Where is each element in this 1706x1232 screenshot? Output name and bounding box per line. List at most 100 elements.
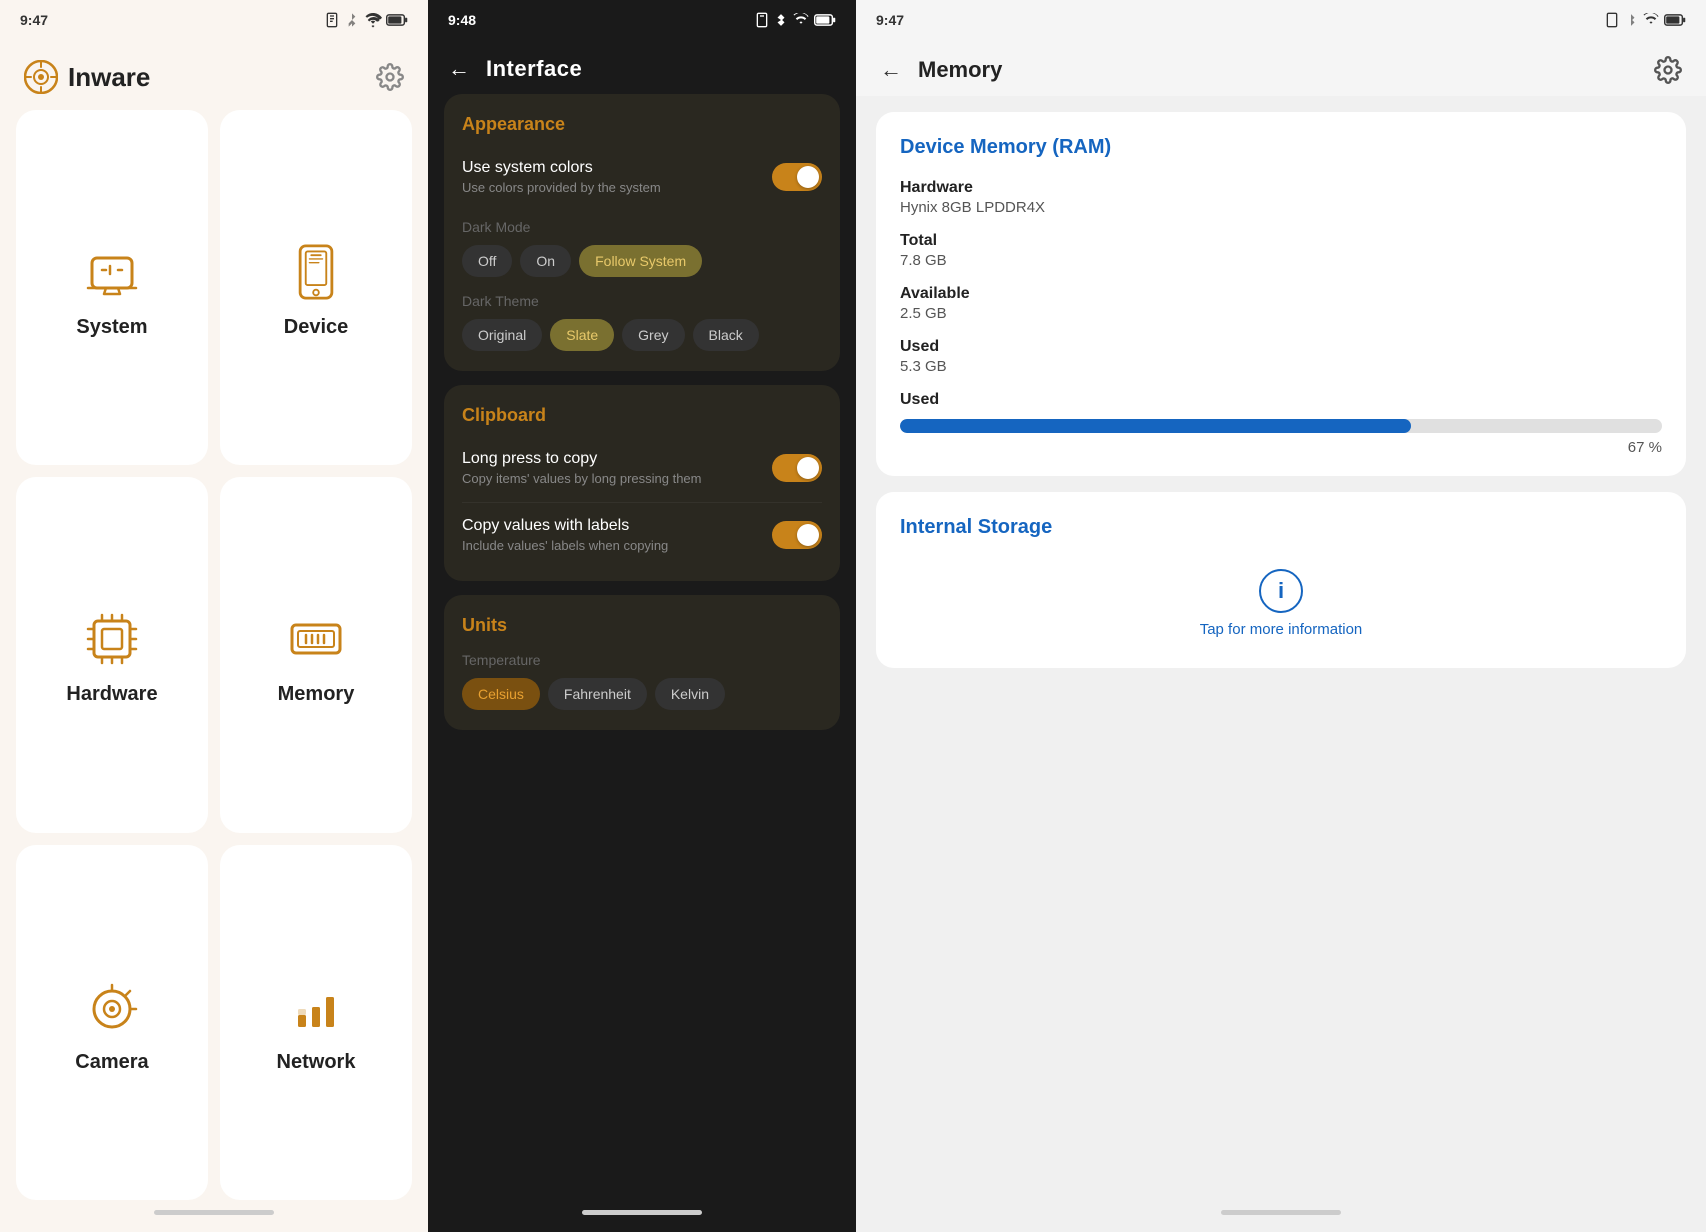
hardware-icon — [84, 611, 140, 667]
fahrenheit-chip[interactable]: Fahrenheit — [548, 678, 647, 710]
dark-mode-section: Dark Mode Off On Follow System — [462, 219, 822, 277]
copy-labels-label: Copy values with labels — [462, 517, 668, 535]
camera-label: Camera — [75, 1051, 148, 1074]
memory-page-title: Memory — [918, 57, 1002, 83]
sim-icon-p2 — [754, 12, 770, 28]
long-press-toggle[interactable] — [772, 454, 822, 482]
system-colors-toggle[interactable] — [772, 163, 822, 191]
long-press-label: Long press to copy — [462, 450, 701, 468]
used-stat: Used 5.3 GB — [900, 338, 1662, 375]
panel-memory: 9:47 ← Memory Device Memory (RAM) — [856, 0, 1706, 1232]
memory-content: Device Memory (RAM) Hardware Hynix 8GB L… — [856, 96, 1706, 1200]
system-icon — [84, 244, 140, 300]
menu-card-system[interactable]: System — [16, 110, 208, 465]
system-colors-row: Use system colors Use colors provided by… — [462, 151, 822, 203]
interface-title: Interface — [486, 56, 582, 82]
dark-theme-section: Dark Theme Original Slate Grey Black — [462, 293, 822, 351]
used-label: Used — [900, 338, 1662, 356]
panel-main-menu: 9:47 Inware — [0, 0, 428, 1232]
memory-label: Memory — [278, 683, 355, 706]
system-colors-sub: Use colors provided by the system — [462, 180, 661, 195]
progress-pct: 67 % — [900, 439, 1662, 456]
copy-labels-row: Copy values with labels Include values' … — [462, 502, 822, 561]
battery-icon-p2 — [814, 13, 836, 27]
device-icon — [291, 244, 341, 300]
dark-mode-on-chip[interactable]: On — [520, 245, 571, 277]
copy-labels-sub: Include values' labels when copying — [462, 538, 668, 553]
progress-bar-fill — [900, 419, 1411, 433]
dark-mode-off-chip[interactable]: Off — [462, 245, 512, 277]
tap-label: Tap for more information — [1200, 621, 1363, 638]
clipboard-title: Clipboard — [462, 405, 822, 426]
menu-card-network[interactable]: Network — [220, 845, 412, 1200]
ram-card-title: Device Memory (RAM) — [900, 136, 1662, 159]
dark-theme-slate-chip[interactable]: Slate — [550, 319, 614, 351]
time-panel3: 9:47 — [876, 12, 904, 28]
bluetooth-icon-p3 — [1624, 13, 1638, 27]
panel3-header: ← Memory — [856, 40, 1706, 96]
bluetooth-icon-p2 — [774, 13, 788, 27]
units-title: Units — [462, 615, 822, 636]
dark-mode-chips: Off On Follow System — [462, 245, 822, 277]
battery-icon-p3 — [1664, 13, 1686, 27]
settings-icon[interactable] — [376, 63, 404, 91]
celsius-chip[interactable]: Celsius — [462, 678, 540, 710]
long-press-row: Long press to copy Copy items' values by… — [462, 442, 822, 494]
home-indicator-panel1 — [154, 1210, 274, 1215]
settings-content: Appearance Use system colors Use colors … — [428, 94, 856, 1200]
temperature-label: Temperature — [462, 652, 822, 668]
panel3-bottom-bar — [856, 1200, 1706, 1232]
status-icons-panel1 — [324, 12, 408, 28]
hardware-label: Hardware — [66, 683, 157, 706]
time-panel2: 9:48 — [448, 12, 476, 28]
wifi-icon — [364, 12, 382, 28]
status-icons-panel2 — [754, 12, 836, 28]
hardware-value: Hynix 8GB LPDDR4X — [900, 199, 1662, 216]
menu-card-camera[interactable]: Camera — [16, 845, 208, 1200]
panel1-header: Inware — [0, 40, 428, 110]
dark-mode-follow-chip[interactable]: Follow System — [579, 245, 702, 277]
appearance-title: Appearance — [462, 114, 822, 135]
storage-card[interactable]: Internal Storage i Tap for more informat… — [876, 492, 1686, 668]
menu-card-device[interactable]: Device — [220, 110, 412, 465]
app-title: Inware — [24, 60, 150, 94]
system-label: System — [76, 316, 147, 339]
dark-theme-original-chip[interactable]: Original — [462, 319, 542, 351]
info-circle-icon: i — [1259, 569, 1303, 613]
progress-bar-bg — [900, 419, 1662, 433]
tap-info-section[interactable]: i Tap for more information — [900, 559, 1662, 648]
time-panel1: 9:47 — [20, 12, 48, 28]
panel1-bottom-bar — [0, 1200, 428, 1232]
status-bar-panel3: 9:47 — [856, 0, 1706, 40]
network-icon — [288, 979, 344, 1035]
bluetooth-icon — [344, 12, 360, 28]
settings-icon-p3[interactable] — [1654, 56, 1682, 84]
menu-card-hardware[interactable]: Hardware — [16, 477, 208, 832]
status-bar-panel1: 9:47 — [0, 0, 428, 40]
progress-label: Used — [900, 391, 1662, 409]
status-bar-panel2: 9:48 — [428, 0, 856, 40]
dark-theme-black-chip[interactable]: Black — [693, 319, 759, 351]
home-indicator-panel3 — [1221, 1210, 1341, 1215]
camera-icon — [84, 979, 140, 1035]
hardware-label: Hardware — [900, 179, 1662, 197]
appearance-card: Appearance Use system colors Use colors … — [444, 94, 840, 371]
copy-labels-toggle[interactable] — [772, 521, 822, 549]
wifi-icon-p2 — [792, 13, 810, 27]
available-stat: Available 2.5 GB — [900, 285, 1662, 322]
back-button-p2[interactable]: ← — [448, 56, 470, 82]
app-name-label: Inware — [68, 62, 150, 93]
dark-theme-grey-chip[interactable]: Grey — [622, 319, 684, 351]
back-button-p3[interactable]: ← — [880, 57, 902, 83]
hardware-stat: Hardware Hynix 8GB LPDDR4X — [900, 179, 1662, 216]
panel2-header: ← Interface — [428, 40, 856, 94]
battery-icon — [386, 13, 408, 27]
menu-card-memory[interactable]: Memory — [220, 477, 412, 832]
kelvin-chip[interactable]: Kelvin — [655, 678, 725, 710]
long-press-knob — [797, 457, 819, 479]
main-grid-menu: System Device — [0, 110, 428, 1200]
copy-labels-knob — [797, 524, 819, 546]
device-label: Device — [284, 316, 349, 339]
system-colors-knob — [797, 166, 819, 188]
total-label: Total — [900, 232, 1662, 250]
